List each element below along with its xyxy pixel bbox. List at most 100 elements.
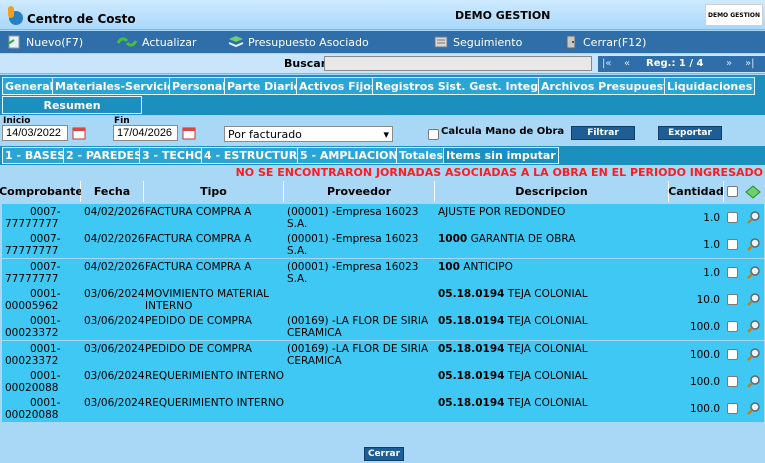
- magnifier-icon[interactable]: [746, 374, 761, 389]
- cell-comprobante: 0001-: [30, 397, 61, 410]
- table-row[interactable]: 0007- 77777777 04/02/2026 FACTURA COMPRA A (…: [2, 231, 764, 259]
- pager-last-button[interactable]: »|: [745, 58, 755, 69]
- cell-comprobante: 0007-: [30, 233, 61, 246]
- cell-cantidad: 1.0: [703, 212, 720, 224]
- tab-parte-diario[interactable]: Parte Diario: [224, 77, 305, 95]
- end-date-input[interactable]: [113, 125, 178, 141]
- cell-comprobante: 00020088: [5, 381, 59, 394]
- chevron-down-icon: ▾: [383, 127, 389, 141]
- row-checkbox[interactable]: [727, 321, 738, 333]
- export-button[interactable]: Exportar: [658, 126, 722, 140]
- tab-activos-fijos[interactable]: Activos Fijos: [296, 77, 381, 95]
- tab-general[interactable]: General: [2, 77, 57, 95]
- table-row[interactable]: 0001- 00020088 03/06/2024 REQUERIMIENTO INT…: [2, 395, 764, 423]
- subtab-totales[interactable]: Totales: [396, 147, 447, 164]
- cell-proveedor: (00169) -LA FLOR DE SIRIA: [287, 342, 429, 355]
- row-checkbox[interactable]: [727, 293, 738, 305]
- row-checkbox[interactable]: [727, 239, 738, 251]
- refresh-icon[interactable]: [744, 184, 762, 200]
- cell-fecha: 04/02/2026: [84, 206, 145, 218]
- close-window-button[interactable]: Cerrar(F12): [563, 34, 646, 50]
- calc-labor-checkbox[interactable]: [428, 129, 439, 140]
- cell-descripcion: 05.18.0194 TEJA COLONIAL: [438, 397, 670, 409]
- associated-budget-button[interactable]: Presupuesto Asociado: [228, 34, 369, 50]
- table-row[interactable]: 0001- 00005962 03/06/2024 MOVIMIENTO MATERI…: [2, 285, 764, 313]
- record-counter: Reg.: 1 / 4: [646, 58, 704, 69]
- search-bar: Buscar |« « Reg.: 1 / 4 » »|: [0, 54, 765, 74]
- filter-button[interactable]: Filtrar: [571, 126, 635, 140]
- col-header-cantidad[interactable]: Cantidad: [668, 181, 724, 202]
- calendar-icon[interactable]: [182, 126, 196, 140]
- item-code: 05.18.0194: [438, 342, 505, 355]
- cell-proveedor: S.A.: [287, 272, 308, 285]
- col-header-comprobante[interactable]: Comprobante: [0, 181, 83, 202]
- col-header-descripcion[interactable]: Descripcion: [435, 181, 669, 202]
- magnifier-icon[interactable]: [746, 347, 761, 362]
- select-all-checkbox[interactable]: [727, 186, 738, 197]
- table-row[interactable]: 0001- 00020088 03/06/2024 REQUERIMIENTO INT…: [2, 367, 764, 395]
- cell-comprobante: 77777777: [5, 272, 59, 285]
- item-code: 100: [438, 260, 460, 273]
- tab-liquidaciones[interactable]: Liquidaciones: [664, 77, 756, 95]
- pager-first-button[interactable]: |«: [602, 58, 612, 69]
- magnifier-icon[interactable]: [746, 265, 761, 280]
- tracking-button[interactable]: Seguimiento: [433, 34, 522, 50]
- magnifier-icon[interactable]: [746, 401, 761, 416]
- cell-fecha: 03/06/2024: [84, 342, 145, 355]
- tab-archivos-presupuesto[interactable]: Archivos Presupuesto: [538, 77, 680, 95]
- row-checkbox[interactable]: [727, 348, 738, 360]
- close-button[interactable]: Cerrar: [364, 447, 404, 461]
- item-description: ANTICIPO: [463, 260, 513, 273]
- row-checkbox[interactable]: [727, 212, 738, 223]
- row-checkbox[interactable]: [727, 375, 738, 387]
- cell-proveedor: S.A.: [287, 218, 308, 230]
- cell-descripcion: 1000 GARANTIA DE OBRA: [438, 233, 670, 245]
- table-row[interactable]: 0001- 00023372 03/06/2024 PEDIDO DE COMPRA (…: [2, 340, 764, 368]
- tab-materiales-servicios[interactable]: Materiales-Servicios: [52, 77, 185, 95]
- cell-comprobante: 00020088: [5, 409, 59, 422]
- row-checkbox[interactable]: [727, 266, 738, 278]
- col-header-proveedor[interactable]: Proveedor: [284, 181, 435, 202]
- table-row[interactable]: 0007- 77777777 04/02/2026 FACTURA COMPRA A (…: [2, 204, 764, 231]
- subtab-items-sin-imputar[interactable]: Items sin imputar: [443, 147, 559, 164]
- cell-descripcion: 05.18.0194 TEJA COLONIAL: [438, 288, 670, 300]
- search-input[interactable]: [324, 56, 592, 71]
- magnifier-icon[interactable]: [746, 292, 761, 307]
- cell-tipo: FACTURA COMPRA A: [145, 233, 252, 246]
- cell-comprobante: 77777777: [5, 218, 59, 230]
- cell-comprobante: 0001-: [30, 369, 61, 382]
- magnifier-icon[interactable]: [746, 319, 761, 334]
- row-checkbox[interactable]: [727, 403, 738, 415]
- table-row[interactable]: 0007- 77777777 04/02/2026 FACTURA COMPRA A (…: [2, 258, 764, 286]
- refresh-button[interactable]: Actualizar: [116, 34, 197, 50]
- title-bar: Centro de Costo DEMO GESTION DEMO GESTIO…: [0, 0, 765, 30]
- company-title: DEMO GESTION: [455, 9, 551, 22]
- pager-next-button[interactable]: »: [726, 58, 732, 69]
- billing-filter-select[interactable]: Por facturado ▾: [224, 126, 393, 142]
- magnifier-icon[interactable]: [746, 237, 761, 252]
- subtab-paredes[interactable]: 2 - PAREDES: [63, 147, 145, 164]
- refresh-button-label: Actualizar: [142, 35, 197, 49]
- subtab-estructura[interactable]: 4 - ESTRUCTURA: [201, 147, 309, 164]
- tab-personal[interactable]: Personal: [169, 77, 230, 95]
- subtab-techo[interactable]: 3 - TECHO: [139, 147, 207, 164]
- tab-resumen[interactable]: Resumen: [2, 96, 142, 114]
- col-header-fecha[interactable]: Fecha: [81, 181, 144, 202]
- pager-prev-button[interactable]: «: [624, 58, 630, 69]
- subtab-ampliacion[interactable]: 5 - AMPLIACION: [297, 147, 401, 164]
- magnifier-icon[interactable]: [746, 210, 761, 225]
- cell-descripcion: 100 ANTICIPO: [438, 261, 670, 273]
- col-header-tipo[interactable]: Tipo: [144, 181, 284, 202]
- cell-comprobante: 0001-: [30, 342, 61, 355]
- cell-cantidad: 1.0: [703, 239, 720, 252]
- tab-registros-sgi[interactable]: Registros Sist. Gest. Integral: [372, 77, 558, 95]
- table-row[interactable]: 0001- 00023372 03/06/2024 PEDIDO DE COMPRA (…: [2, 313, 764, 341]
- brand-logo: DEMO GESTION: [705, 4, 763, 26]
- app-title: Centro de Costo: [27, 12, 136, 26]
- subtab-bases[interactable]: 1 - BASES: [2, 147, 69, 164]
- start-date-input[interactable]: [2, 125, 68, 141]
- cell-comprobante: 00005962: [5, 299, 59, 312]
- cell-comprobante: 00023372: [5, 327, 59, 340]
- new-button[interactable]: Nuevo(F7): [6, 34, 83, 50]
- calendar-icon[interactable]: [72, 126, 86, 140]
